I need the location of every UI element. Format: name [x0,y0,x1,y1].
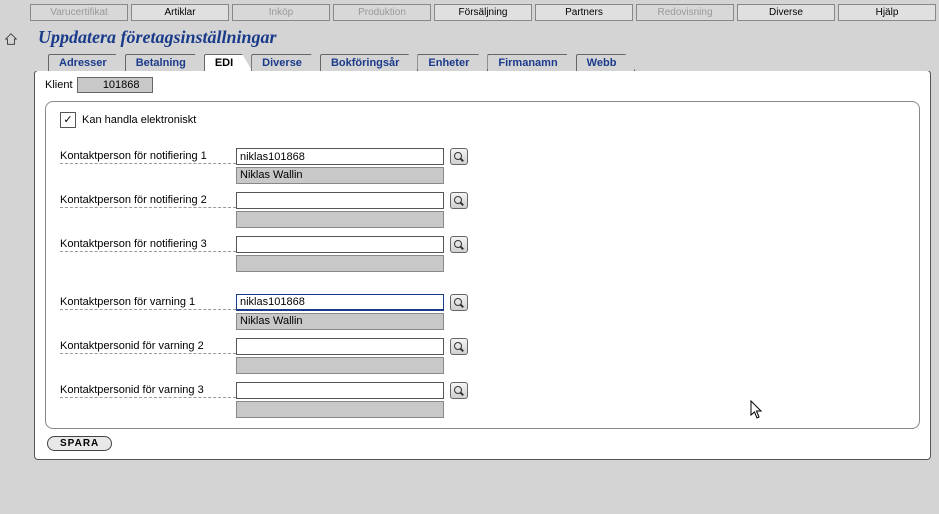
lookup-notif1[interactable] [450,148,468,165]
home-icon[interactable] [4,32,18,46]
row-warn2: Kontaktpersonid för varning 2 [60,338,905,355]
top-tab-varucertifikat[interactable]: Varucertifikat [30,4,128,21]
row-notif1: Kontaktperson för notifiering 1 [60,148,905,165]
input-warn3[interactable] [236,382,444,399]
top-tab-inkop[interactable]: Inköp [232,4,330,21]
tab-bokforingsar[interactable]: Bokföringsår [320,54,418,71]
label-warn3: Kontaktpersonid för varning 3 [60,384,236,398]
display-notif3 [236,255,444,272]
kan-handla-label: Kan handla elektroniskt [82,114,196,126]
lookup-notif2[interactable] [450,192,468,209]
lookup-warn2[interactable] [450,338,468,355]
row-notif3: Kontaktperson för notifiering 3 [60,236,905,253]
main-panel: Klient 101868 ✓ Kan handla elektroniskt … [34,70,931,460]
tab-betalning[interactable]: Betalning [125,54,205,71]
search-icon [454,386,464,396]
top-tab-artiklar[interactable]: Artiklar [131,4,229,21]
input-warn2[interactable] [236,338,444,355]
tab-firmanamn[interactable]: Firmanamn [487,54,576,71]
top-tab-hjalp[interactable]: Hjälp [838,4,936,21]
display-warn2 [236,357,444,374]
tab-edi[interactable]: EDI [204,54,252,71]
input-warn1[interactable] [236,294,444,311]
top-tab-produktion[interactable]: Produktion [333,4,431,21]
top-tab-forsaljning[interactable]: Försäljning [434,4,532,21]
input-notif3[interactable] [236,236,444,253]
klient-label: Klient [45,79,73,91]
klient-value: 101868 [77,77,153,93]
row-warn3: Kontaktpersonid för varning 3 [60,382,905,399]
top-nav: Varucertifikat Artiklar Inköp Produktion… [0,0,939,21]
label-notif2: Kontaktperson för notifiering 2 [60,194,236,208]
save-button[interactable]: SPARA [47,436,112,451]
tab-enheter[interactable]: Enheter [417,54,488,71]
search-icon [454,152,464,162]
display-notif2 [236,211,444,228]
label-notif3: Kontaktperson för notifiering 3 [60,238,236,252]
label-notif1: Kontaktperson för notifiering 1 [60,150,236,164]
label-warn1: Kontaktperson för varning 1 [60,296,236,310]
tab-adresser[interactable]: Adresser [48,54,126,71]
edi-panel: ✓ Kan handla elektroniskt Kontaktperson … [45,101,920,429]
display-warn1: Niklas Wallin [236,313,444,330]
top-tab-redovisning[interactable]: Redovisning [636,4,734,21]
input-notif2[interactable] [236,192,444,209]
klient-row: Klient 101868 [45,77,920,93]
search-icon [454,196,464,206]
display-notif1: Niklas Wallin [236,167,444,184]
page-title: Uppdatera företagsinställningar [0,21,939,54]
search-icon [454,240,464,250]
label-warn2: Kontaktpersonid för varning 2 [60,340,236,354]
row-warn1: Kontaktperson för varning 1 [60,294,905,311]
tab-diverse[interactable]: Diverse [251,54,321,71]
top-tab-diverse[interactable]: Diverse [737,4,835,21]
check-row: ✓ Kan handla elektroniskt [60,112,905,128]
sub-tabs: Adresser Betalning EDI Diverse Bokföring… [0,54,939,71]
display-warn3 [236,401,444,418]
input-notif1[interactable] [236,148,444,165]
top-tab-partners[interactable]: Partners [535,4,633,21]
search-icon [454,342,464,352]
lookup-warn3[interactable] [450,382,468,399]
kan-handla-checkbox[interactable]: ✓ [60,112,76,128]
row-notif2: Kontaktperson för notifiering 2 [60,192,905,209]
tab-webb[interactable]: Webb [576,54,636,71]
search-icon [454,298,464,308]
lookup-warn1[interactable] [450,294,468,311]
lookup-notif3[interactable] [450,236,468,253]
